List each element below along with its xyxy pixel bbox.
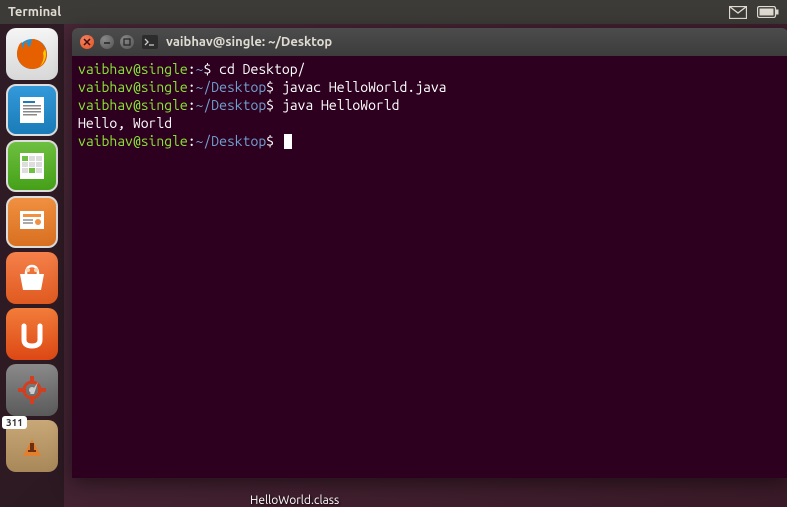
maximize-button[interactable] (120, 35, 134, 49)
prompt-path: ~/Desktop (196, 97, 267, 113)
prompt-dollar: $ (266, 97, 282, 113)
cursor-icon (284, 134, 292, 149)
prompt-user: vaibhav@single (78, 133, 188, 149)
prompt-dollar: $ (266, 79, 282, 95)
prompt-dollar: $ (203, 61, 219, 77)
indicator-area (729, 6, 779, 19)
mail-icon[interactable] (729, 6, 747, 19)
launcher: 311 (0, 24, 64, 507)
terminal-line: vaibhav@single:~/Desktop$ java HelloWorl… (78, 96, 782, 114)
terminal-output: Hello, World (78, 114, 782, 132)
prompt-sep: : (188, 97, 196, 113)
terminal-line: vaibhav@single:~$ cd Desktop/ (78, 60, 782, 78)
launcher-item-settings[interactable] (6, 364, 58, 416)
launcher-item-ubuntu-one[interactable] (6, 308, 58, 360)
launcher-item-software-center[interactable] (6, 252, 58, 304)
command-text: java HelloWorld (282, 97, 400, 113)
terminal-icon (142, 34, 158, 50)
active-app-title: Terminal (8, 5, 729, 19)
prompt-sep: : (188, 133, 196, 149)
window-titlebar[interactable]: vaibhav@single: ~/Desktop (72, 28, 787, 56)
minimize-button[interactable] (100, 35, 114, 49)
close-button[interactable] (80, 35, 94, 49)
launcher-badge: 311 (2, 416, 27, 429)
window-title: vaibhav@single: ~/Desktop (166, 35, 332, 49)
prompt-path: ~/Desktop (196, 133, 267, 149)
window-controls (80, 35, 134, 49)
prompt-dollar: $ (266, 133, 282, 149)
prompt-user: vaibhav@single (78, 61, 188, 77)
prompt-path: ~/Desktop (196, 79, 267, 95)
launcher-item-firefox[interactable] (6, 28, 58, 80)
terminal-body[interactable]: vaibhav@single:~$ cd Desktop/ vaibhav@si… (72, 56, 787, 154)
battery-icon[interactable] (757, 6, 779, 18)
launcher-item-calc[interactable] (6, 140, 58, 192)
launcher-item-writer[interactable] (6, 84, 58, 136)
prompt-user: vaibhav@single (78, 79, 188, 95)
prompt-sep: : (188, 79, 196, 95)
prompt-sep: : (188, 61, 196, 77)
prompt-user: vaibhav@single (78, 97, 188, 113)
command-text: javac HelloWorld.java (282, 79, 447, 95)
terminal-line: vaibhav@single:~/Desktop$ javac HelloWor… (78, 78, 782, 96)
command-text: cd Desktop/ (219, 61, 305, 77)
desktop-file-label[interactable]: HelloWorld.class (250, 494, 339, 507)
terminal-line: vaibhav@single:~/Desktop$ (78, 132, 782, 150)
top-panel: Terminal (0, 0, 787, 24)
terminal-window: vaibhav@single: ~/Desktop vaibhav@single… (72, 28, 787, 478)
launcher-item-trash[interactable]: 311 (6, 420, 58, 472)
launcher-item-impress[interactable] (6, 196, 58, 248)
